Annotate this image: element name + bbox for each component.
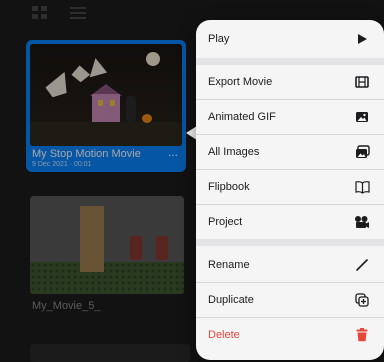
movie-card-partial[interactable] [30,344,190,362]
trash-icon [354,327,370,343]
menu-item-label: Export Movie [208,76,273,88]
lego-baseplate [30,262,184,294]
figurine [126,96,136,122]
menu-item-export-movie[interactable]: Export Movie [196,65,384,99]
menu-item-play[interactable]: Play [196,22,384,56]
film-icon [354,74,370,90]
camera-reel-icon [354,214,370,230]
movie-card-selected[interactable]: My Stop Motion Movie 9 Dec 2021 · 00:01 … [26,40,186,172]
movie-date: 9 Dec 2021 · 00:01 [32,161,92,168]
menu-item-duplicate[interactable]: Duplicate [196,283,384,317]
images-icon [354,144,370,160]
menu-item-flipbook[interactable]: Flipbook [196,170,384,204]
list-view-icon[interactable] [70,6,86,20]
pumpkin [142,114,152,123]
movie-title: My_Movie_5_ [32,300,101,312]
menu-item-animated-gif[interactable]: Animated GIF [196,100,384,134]
menu-item-project[interactable]: Project [196,205,384,239]
menu-item-all-images[interactable]: All Images [196,135,384,169]
menu-item-label: Rename [208,259,250,271]
more-options-button[interactable]: ... [168,146,178,159]
movie-library-screen: My Stop Motion Movie 9 Dec 2021 · 00:01 … [0,0,384,362]
menu-item-delete[interactable]: Delete [196,318,384,352]
minifigure [130,236,142,260]
menu-item-rename[interactable]: Rename [196,248,384,282]
menu-item-label: Project [208,216,243,228]
menu-item-label: Play [208,33,230,45]
book-icon [354,179,370,195]
menu-item-label: Flipbook [208,181,250,193]
grid-view-icon[interactable] [32,6,48,20]
menu-item-label: Animated GIF [208,111,276,123]
movie-thumbnail [30,44,182,146]
house-window [110,100,115,106]
brick-tower [80,206,104,272]
context-menu: Play Export Movie Animated GIF All Image… [196,20,384,360]
pencil-icon [354,257,370,273]
menu-item-label: Duplicate [208,294,254,306]
menu-item-label: Delete [208,329,240,341]
play-icon [354,31,370,47]
duplicate-icon [354,292,370,308]
movie-card[interactable]: My_Movie_5_ [30,196,184,320]
minifigure [156,236,168,260]
house-window [98,100,103,106]
movie-title: My Stop Motion Movie [32,148,141,160]
haunted-house [92,94,120,122]
menu-group-separator [196,58,384,65]
menu-item-label: All Images [208,146,260,158]
movie-thumbnail [30,196,184,294]
paper-moon [146,52,160,66]
menu-group-separator [196,239,384,246]
image-icon [354,109,370,125]
scene-floor [30,122,182,146]
